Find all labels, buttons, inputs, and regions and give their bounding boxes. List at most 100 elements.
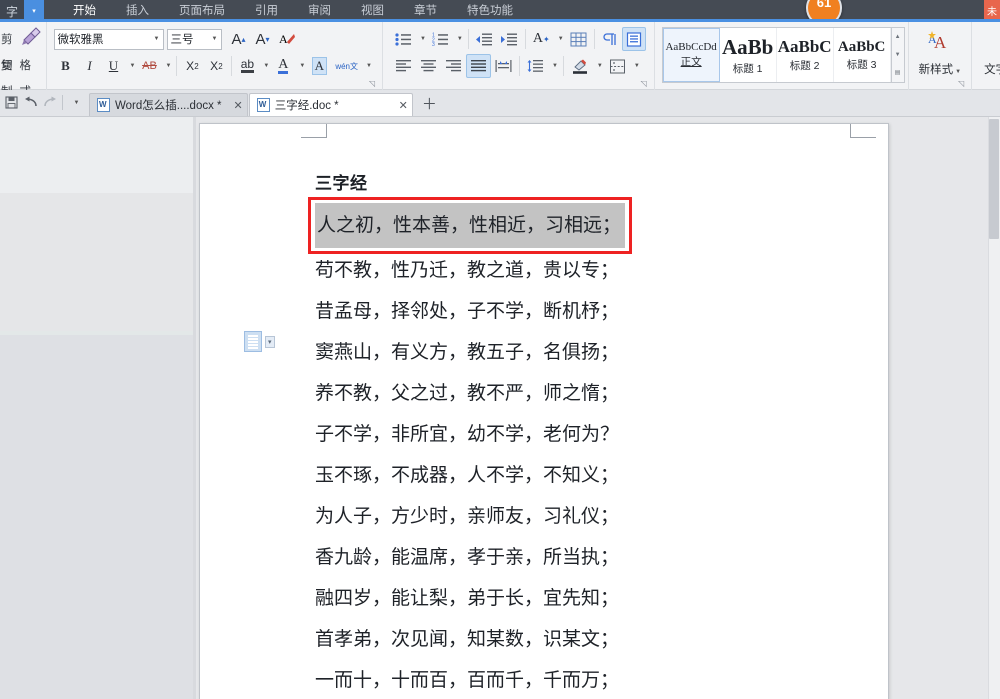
style-item-heading-3[interactable]: AaBbC 标题 3 <box>834 28 891 82</box>
align-right-button[interactable] <box>441 54 466 78</box>
gallery-scroll-down[interactable]: ▼ <box>892 46 904 64</box>
document-line[interactable]: 苟不教，性乃迁，教之道，贵以专； <box>315 250 858 291</box>
document-layout-button[interactable] <box>621 27 646 51</box>
style-item-heading-1[interactable]: AaBb 标题 1 <box>720 28 777 82</box>
document-line[interactable]: 昔孟母，择邻处，子不学，断机杼； <box>315 291 858 332</box>
vertical-scrollbar-thumb[interactable] <box>989 119 999 239</box>
new-tab-button[interactable]: ＋ <box>414 93 445 116</box>
undo-button[interactable] <box>21 92 40 114</box>
clear-formatting-button[interactable]: A <box>275 27 300 51</box>
chevron-down-icon[interactable]: ▼ <box>212 36 218 42</box>
underline-button[interactable]: U <box>102 54 126 78</box>
format-painter-button[interactable]: 格式刷 <box>19 25 42 124</box>
paragraph-dialog-launcher[interactable]: ◹ <box>641 79 650 88</box>
customize-quick-access-button[interactable]: ▼ <box>66 92 85 114</box>
decrease-indent-button[interactable] <box>472 27 497 51</box>
style-item-normal[interactable]: AaBbCcDd 正文 <box>662 28 720 82</box>
distribute-button[interactable] <box>491 54 516 78</box>
font-color-dropdown[interactable]: ▼ <box>295 54 307 78</box>
document-line[interactable]: 子不学，非所宜，幼不学，老何为？ <box>315 414 858 455</box>
paste-options-smart-tag[interactable]: ▾ <box>244 331 275 352</box>
font-color-button[interactable]: A <box>271 54 295 78</box>
character-shading-icon: A <box>311 57 327 75</box>
chevron-down-icon: ▼ <box>165 63 172 69</box>
numbering-button[interactable]: 123 <box>428 27 453 51</box>
sort-button[interactable] <box>566 27 591 51</box>
italic-button[interactable]: I <box>78 54 102 78</box>
shading-button[interactable] <box>567 54 593 78</box>
style-item-heading-2[interactable]: AaBbC 标题 2 <box>777 28 834 82</box>
save-button[interactable] <box>2 92 21 114</box>
styles-gallery-scrollbar[interactable]: ▲ ▼ ▤ <box>890 28 904 82</box>
divider <box>62 95 63 110</box>
asian-layout-button[interactable]: A ✦ <box>529 27 554 51</box>
new-style-button[interactable]: AA 新样式 ▼ <box>913 25 967 81</box>
gallery-more[interactable]: ▤ <box>892 64 904 82</box>
gallery-scroll-up[interactable]: ▲ <box>892 28 904 46</box>
highlight-dropdown[interactable]: ▼ <box>259 54 271 78</box>
bold-button[interactable]: B <box>54 54 78 78</box>
strikethrough-dropdown[interactable]: ▼ <box>161 54 173 78</box>
borders-button[interactable] <box>605 54 630 78</box>
font-dialog-launcher[interactable]: ◹ <box>369 79 378 88</box>
shading-dropdown[interactable]: ▼ <box>593 54 605 78</box>
chevron-down-icon: ▼ <box>557 36 564 42</box>
grow-font-button[interactable]: A ▴ <box>227 27 251 51</box>
document-page[interactable]: 三字经 人之初，性本善，性相近，习相远； 苟不教，性乃迁，教之道，贵以专； 昔孟… <box>199 123 889 699</box>
font-name-combo[interactable]: 微软雅黑 ▼ <box>53 28 164 50</box>
document-line[interactable]: 首孝弟，次见闻，知某数，识某文； <box>315 619 858 660</box>
document-line[interactable]: 养不教，父之过，教不严，师之惰； <box>315 373 858 414</box>
vertical-scrollbar[interactable] <box>988 117 1000 699</box>
document-tab-sanzijing-doc[interactable]: 三字经.doc * ✕ <box>248 93 413 116</box>
line-spacing-dropdown[interactable]: ▼ <box>548 54 560 78</box>
subscript-button[interactable]: X2 <box>204 54 228 78</box>
paragraph-row-1: ▼ 123 ▼ A ✦ ▼ <box>391 25 646 53</box>
selected-paragraph-wrapper[interactable]: 人之初，性本善，性相近，习相远； <box>308 197 633 254</box>
text-tools-button[interactable]: 文 文字工具▼ <box>978 25 1000 81</box>
close-icon[interactable]: ✕ <box>234 99 243 112</box>
align-justify-button[interactable] <box>465 54 491 78</box>
character-shading-button[interactable]: A <box>307 54 331 78</box>
chevron-down-icon[interactable]: ▾ <box>265 335 275 348</box>
strikethrough-button[interactable]: AB <box>137 54 161 78</box>
cut-button[interactable]: 剪切 <box>0 27 13 72</box>
document-line[interactable]: 玉不琢，不成器，人不学，不知义； <box>315 455 858 496</box>
phonetic-guide-button[interactable]: wén文 <box>331 54 362 78</box>
copy-button[interactable]: 复制 <box>0 53 13 98</box>
align-left-button[interactable] <box>391 54 416 78</box>
redo-icon <box>43 96 56 107</box>
asian-layout-dropdown[interactable]: ▼ <box>554 27 566 51</box>
shrink-font-button[interactable]: A ▾ <box>251 27 275 51</box>
right-corner-badge[interactable]: 未 <box>984 0 1000 20</box>
subscript-mark: 2 <box>218 61 223 71</box>
superscript-button[interactable]: X2 <box>180 54 204 78</box>
bullets-dropdown[interactable]: ▼ <box>416 27 428 51</box>
close-icon[interactable]: ✕ <box>399 99 408 112</box>
chevron-down-icon[interactable]: ▼ <box>955 69 961 75</box>
numbering-dropdown[interactable]: ▼ <box>453 27 465 51</box>
bullets-button[interactable] <box>391 27 416 51</box>
document-line[interactable]: 融四岁，能让梨，弟于长，宜先知； <box>315 578 858 619</box>
line-spacing-button[interactable] <box>523 54 548 78</box>
styles-dialog-launcher[interactable]: ◹ <box>958 79 967 88</box>
document-tab-word-docx[interactable]: Word怎么插....docx * ✕ <box>89 93 248 116</box>
borders-dropdown[interactable]: ▼ <box>630 54 642 78</box>
format-painter-label: 格式刷 <box>19 60 32 124</box>
document-line[interactable]: 为人子，方少时，亲师友，习礼仪； <box>315 496 858 537</box>
document-body[interactable]: 三字经 人之初，性本善，性相近，习相远； 苟不教，性乃迁，教之道，贵以专； 昔孟… <box>308 169 858 699</box>
document-line-selected[interactable]: 人之初，性本善，性相近，习相远； <box>315 203 626 248</box>
align-center-button[interactable] <box>416 54 441 78</box>
redo-button[interactable] <box>40 92 59 114</box>
font-size-combo[interactable]: 三号 ▼ <box>166 28 222 50</box>
phonetic-guide-icon: wén文 <box>335 61 358 71</box>
show-marks-button[interactable] <box>598 27 622 51</box>
style-preview: AaBbC <box>837 38 886 55</box>
increase-indent-button[interactable] <box>497 27 522 51</box>
chevron-down-icon[interactable]: ▼ <box>154 36 160 42</box>
phonetic-dropdown[interactable]: ▼ <box>362 54 374 78</box>
document-line[interactable]: 一而十，十而百，百而千，千而万； <box>315 660 858 699</box>
document-line[interactable]: 窦燕山，有义方，教五子，名俱扬； <box>315 332 858 373</box>
highlight-button[interactable]: ab <box>235 54 259 78</box>
underline-dropdown[interactable]: ▼ <box>126 54 138 78</box>
document-line[interactable]: 香九龄，能温席，孝于亲，所当执； <box>315 537 858 578</box>
